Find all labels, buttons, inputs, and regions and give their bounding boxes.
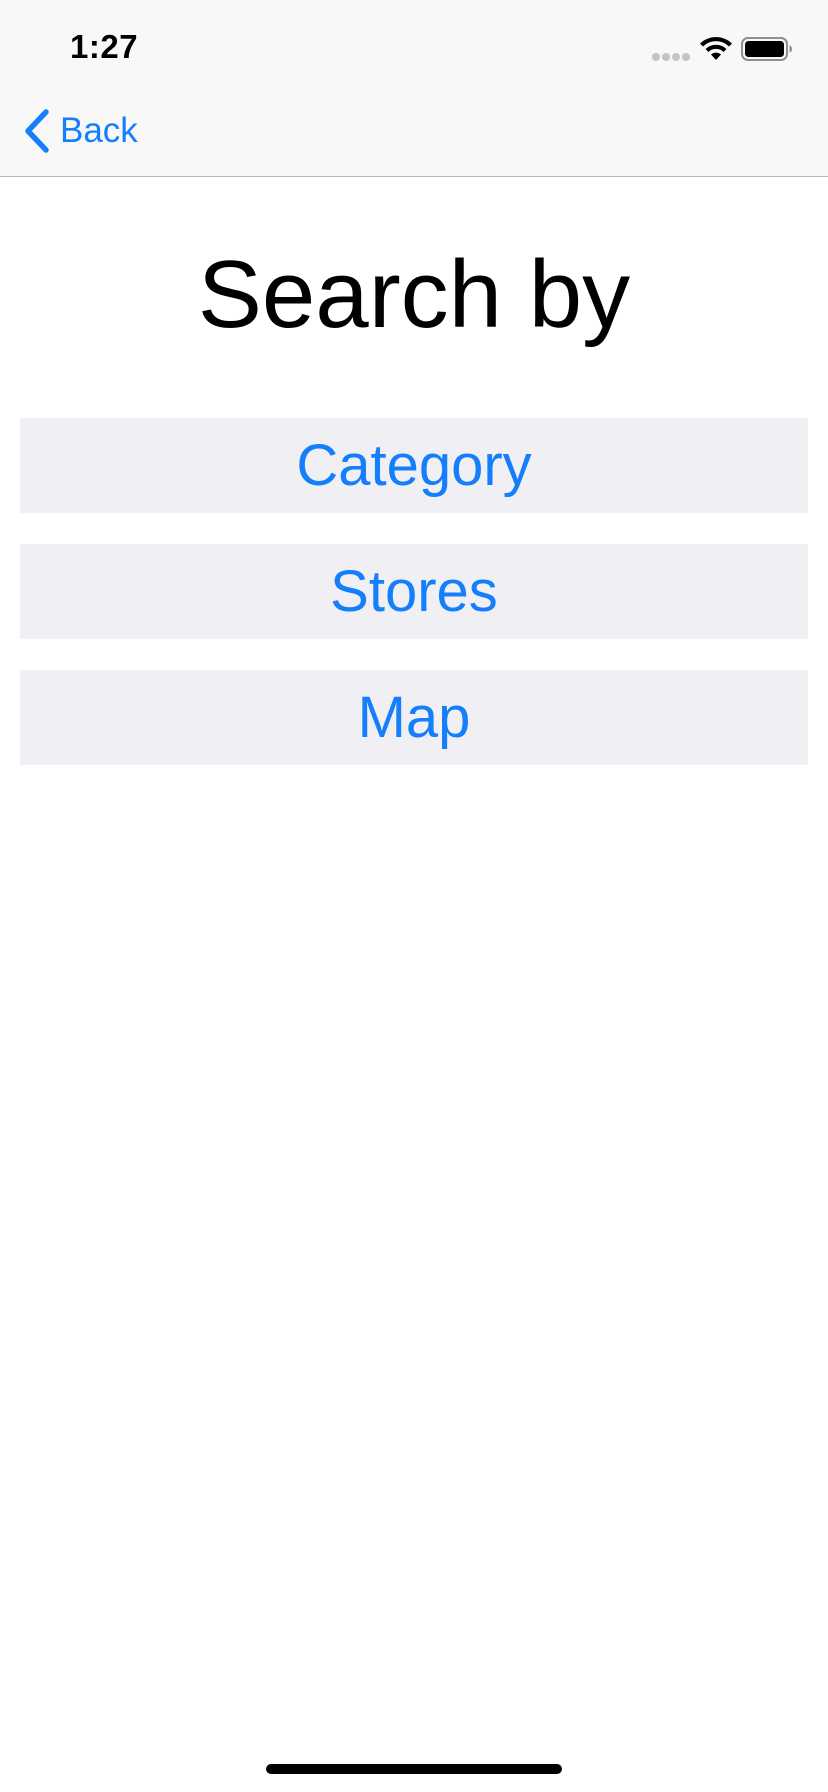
- back-button[interactable]: Back: [22, 106, 138, 156]
- search-by-screen: 1:27 Back Search by Category Stores Map: [0, 0, 828, 1792]
- navigation-bar: 1:27 Back: [0, 0, 828, 177]
- home-indicator: [266, 1764, 562, 1774]
- chevron-left-icon: [25, 109, 49, 153]
- stores-button[interactable]: Stores: [20, 544, 808, 639]
- status-time: 1:27: [70, 28, 139, 65]
- category-button[interactable]: Category: [20, 418, 808, 513]
- signal-dots-icon: [652, 53, 692, 61]
- battery-icon: [741, 37, 792, 61]
- map-button[interactable]: Map: [20, 670, 808, 765]
- page-title: Search by: [197, 241, 631, 348]
- wifi-icon: [700, 37, 732, 60]
- back-button-label: Back: [60, 111, 138, 150]
